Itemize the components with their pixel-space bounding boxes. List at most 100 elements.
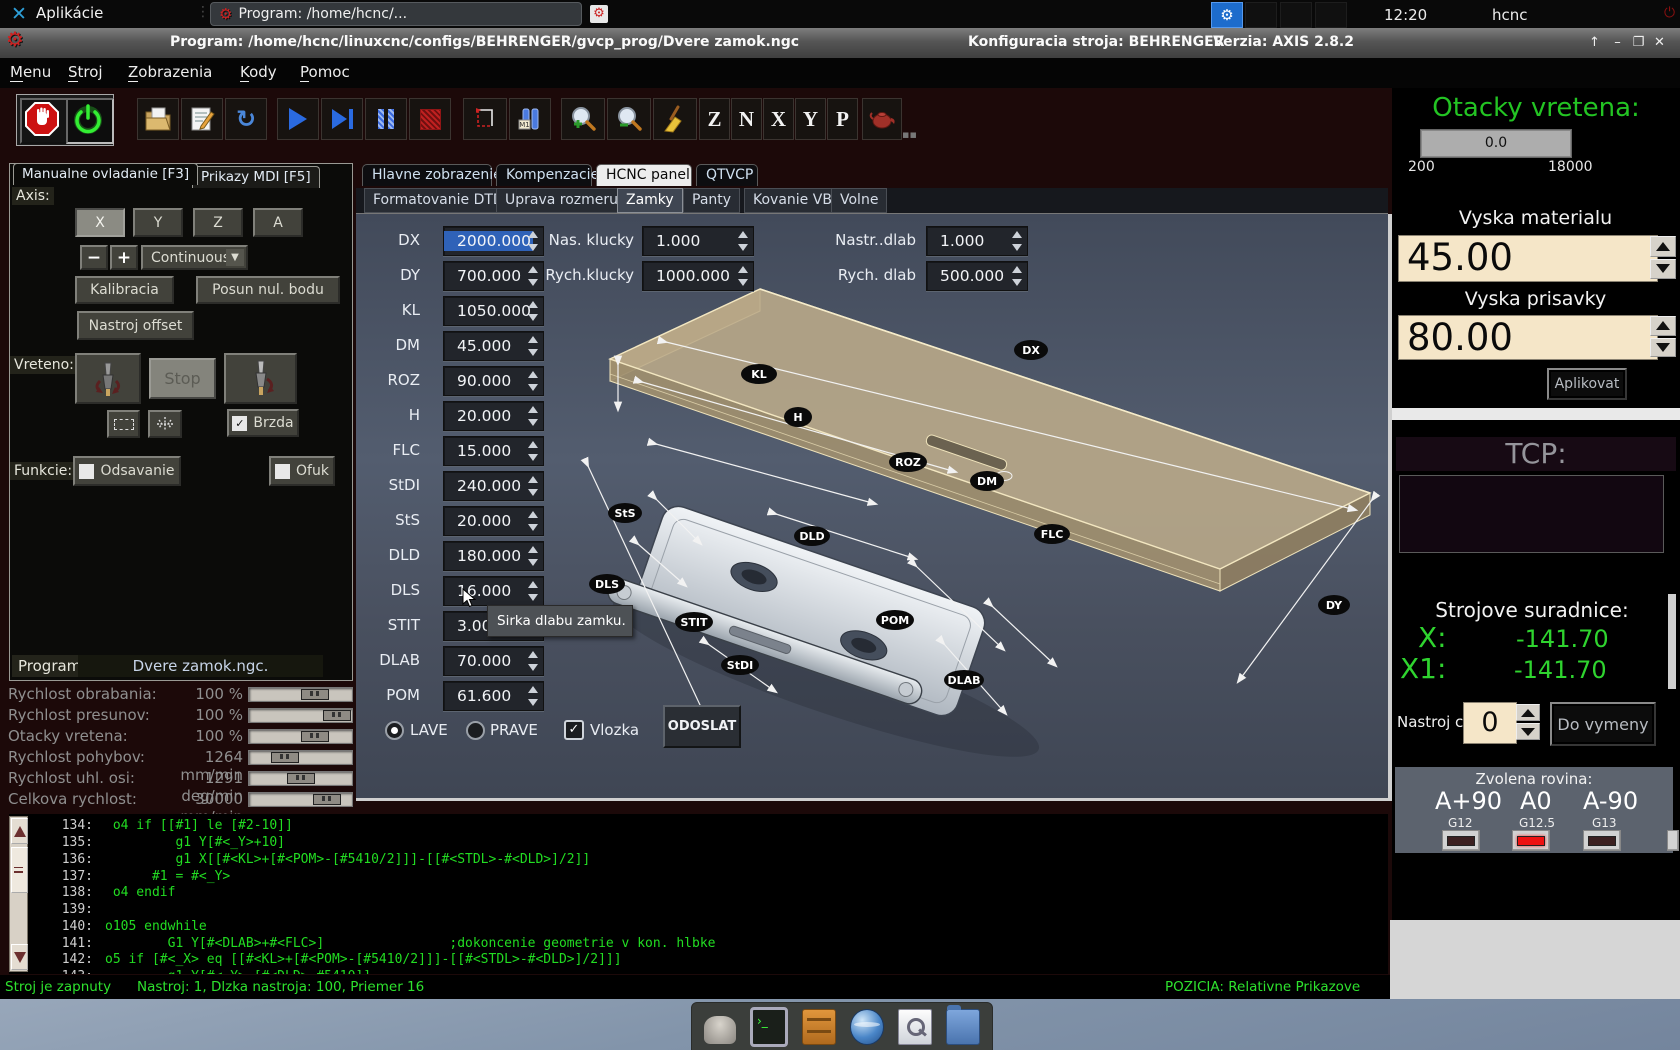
tool-number-spinner[interactable] (1516, 704, 1540, 740)
suction-height-spinner[interactable] (1650, 316, 1676, 357)
subtab-panty[interactable]: Panty (683, 188, 740, 213)
vlozka-checkbox[interactable]: ✓ (564, 720, 584, 740)
dock-mound-icon[interactable] (704, 1016, 736, 1044)
spindle-stop-button[interactable]: Stop (149, 358, 216, 399)
spinner[interactable] (525, 369, 541, 393)
axis-z-view-button[interactable]: Z (699, 98, 730, 140)
maximize-button[interactable]: ❐ (1631, 35, 1646, 50)
spinner[interactable] (525, 229, 541, 253)
axis-a-button[interactable]: A (253, 208, 303, 237)
minimize-button[interactable]: – (1610, 35, 1625, 50)
tab-mdi-commands[interactable]: Prikazy MDI [F5] (192, 166, 320, 188)
jog-minus-button[interactable]: − (80, 245, 108, 270)
material-height-input[interactable]: 45.00 (1398, 235, 1658, 282)
estop-button[interactable] (20, 98, 68, 144)
subtab-formatovanie-dtd[interactable]: Formatovanie DTD (364, 188, 513, 213)
param-input-flc[interactable]: 15.000 (443, 436, 544, 466)
spinner[interactable] (525, 579, 541, 603)
brzda-checkbox-button[interactable]: ✓ Brzda (227, 409, 299, 437)
zoom-out-button[interactable] (607, 98, 651, 140)
spinner[interactable] (525, 299, 541, 323)
teapot-view-button[interactable] (862, 98, 902, 140)
do-vymeny-button[interactable]: Do vymeny (1550, 702, 1656, 746)
run-button[interactable] (277, 98, 319, 140)
dock-folder-icon[interactable] (946, 1009, 980, 1045)
spinner[interactable] (1009, 229, 1025, 253)
rapid-override-slider[interactable] (248, 708, 353, 723)
param-input-nastr-dlab[interactable]: 1.000 (926, 226, 1028, 256)
param-input-nas-klucky[interactable]: 1.000 (642, 226, 754, 256)
dock-cabinet-icon[interactable] (802, 1009, 836, 1045)
radio-prave[interactable] (466, 721, 485, 740)
axis-p-view-button[interactable]: P (827, 98, 858, 140)
param-input-dm[interactable]: 45.000 (443, 331, 544, 361)
dock-terminal-icon[interactable]: ›_ (750, 1007, 788, 1047)
radio-lave[interactable] (385, 721, 404, 740)
plane-extra-led[interactable] (1667, 830, 1679, 851)
gcode-listing[interactable]: 134: o4 if [[#1] le [#2-10]] 135: g1 Y[#… (9, 814, 1388, 974)
param-input-dlab[interactable]: 70.000 (443, 646, 544, 676)
spindle-faster-button[interactable] (148, 410, 182, 438)
axis-z2-view-button[interactable]: N (731, 98, 762, 140)
feed-override-slider[interactable] (248, 687, 353, 702)
spindle-override-slider[interactable] (248, 729, 353, 744)
tray-active-icon[interactable]: ⚙ (1211, 2, 1243, 28)
tab-hlavne-zobrazenie[interactable]: Hlavne zobrazenie (362, 164, 492, 186)
optional-block-button[interactable]: M1 (509, 98, 551, 140)
applications-menu[interactable]: Aplikácie (36, 4, 103, 22)
menu-kody[interactable]: Kody (240, 63, 277, 81)
open-file-button[interactable] (137, 98, 179, 140)
aplikovat-button[interactable]: Aplikovat (1547, 368, 1627, 400)
jog-speed-slider[interactable] (248, 750, 353, 765)
clear-plot-button[interactable] (653, 98, 697, 140)
scroll-down-icon[interactable] (11, 944, 28, 970)
task-window-button[interactable]: ⚙ Program: /home/hcnc/... (210, 2, 582, 26)
axis-y-view-button[interactable]: Y (795, 98, 826, 140)
coords-scrollbar[interactable] (1668, 594, 1676, 689)
param-input-h[interactable]: 20.000 (443, 401, 544, 431)
subtab-zamky[interactable]: Zamky (617, 188, 683, 213)
plane-a0-led-button[interactable] (1512, 830, 1550, 851)
menu-zobrazenia[interactable]: Zobrazenia (128, 63, 212, 81)
menu-pomoc[interactable]: Pomoc (300, 63, 350, 81)
param-input-sts[interactable]: 20.000 (443, 506, 544, 536)
suction-height-input[interactable]: 80.00 (1398, 315, 1658, 360)
stop-program-button[interactable] (409, 98, 451, 140)
tab-qtvcp[interactable]: QTVCP (696, 164, 758, 186)
param-input-dls[interactable]: 16.000 (443, 576, 544, 606)
subtab-kovanie-vb[interactable]: Kovanie VB (744, 188, 841, 213)
axis-y-button[interactable]: Y (133, 208, 183, 237)
scroll-up-icon[interactable] (11, 818, 28, 844)
axis-z-button[interactable]: Z (193, 208, 243, 237)
ofuk-checkbox-button[interactable]: Ofuk (269, 456, 335, 486)
axis-x-button[interactable]: X (75, 208, 125, 237)
spinner[interactable] (525, 264, 541, 288)
tool-number-input[interactable]: 0 (1463, 702, 1517, 744)
material-height-spinner[interactable] (1650, 236, 1676, 279)
axis-x-view-button[interactable]: X (763, 98, 794, 140)
angular-speed-slider[interactable] (248, 771, 353, 786)
subtab-uprava-rozmeru[interactable]: Uprava rozmeru (496, 188, 627, 213)
menu-menu[interactable]: Menu (10, 63, 51, 81)
spinner[interactable] (735, 229, 751, 253)
subtab-volne[interactable]: Volne (831, 188, 887, 213)
app-mini-icon[interactable]: ⚙ (590, 5, 608, 23)
param-input-dy[interactable]: 700.000 (443, 261, 544, 291)
param-input-dld[interactable]: 180.000 (443, 541, 544, 571)
kalibracia-button[interactable]: Kalibracia (75, 276, 174, 304)
param-input-kl[interactable]: 1050.000 (443, 296, 544, 326)
odsavanie-checkbox-button[interactable]: Odsavanie (73, 456, 181, 486)
max-velocity-slider[interactable] (248, 792, 353, 807)
param-input-rych-dlab[interactable]: 500.000 (926, 261, 1028, 291)
param-input-pom[interactable]: 61.600 (443, 681, 544, 711)
spinner[interactable] (735, 264, 751, 288)
spinner[interactable] (525, 474, 541, 498)
spinner[interactable] (525, 334, 541, 358)
spindle-ccw-button[interactable] (75, 353, 141, 404)
scrollbar-thumb[interactable] (11, 847, 28, 893)
param-input-rych-klucky[interactable]: 1000.000 (642, 261, 754, 291)
tab-hcnc-panel[interactable]: HCNC panel (596, 164, 692, 186)
menu-stroj[interactable]: Stroj (68, 63, 103, 81)
nastroj-offset-button[interactable]: Nastroj offset (77, 311, 194, 340)
spinner[interactable] (525, 649, 541, 673)
